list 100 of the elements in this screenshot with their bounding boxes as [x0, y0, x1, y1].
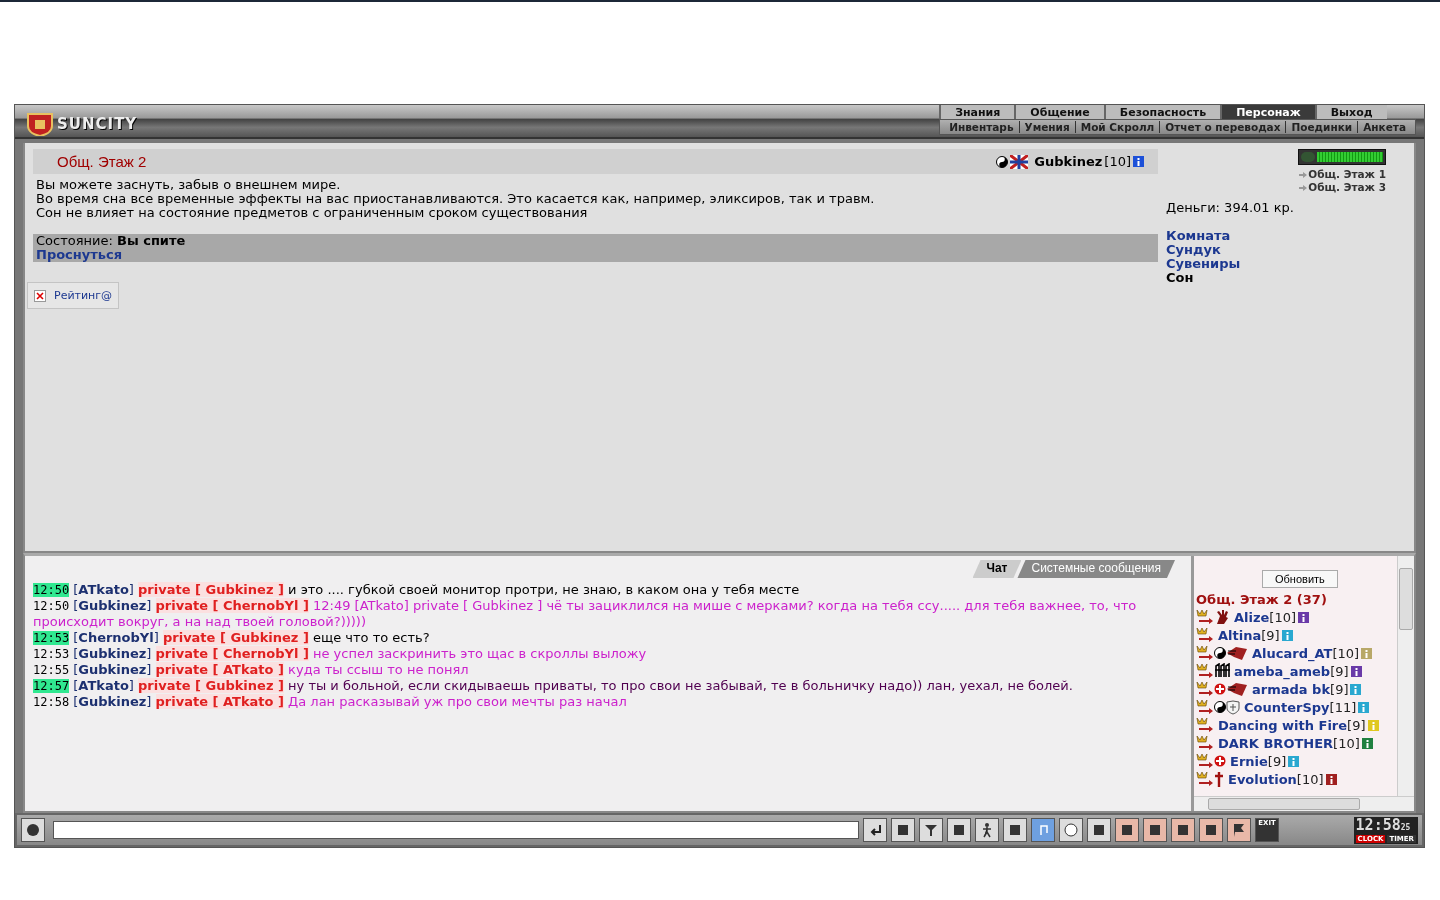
nav-link[interactable]: Инвентарь — [944, 121, 1019, 133]
description-text: Сон не влияет на состояние предметов с ограниченным сроком существования — [36, 206, 589, 220]
exit-link[interactable]: Общ. Этаж 3 — [1299, 181, 1386, 194]
smiley-button[interactable] — [1059, 818, 1083, 842]
user-name[interactable]: Alucard_AT — [1252, 645, 1333, 661]
user-name[interactable]: Altina — [1218, 627, 1262, 643]
private-arrow-icon[interactable] — [1196, 699, 1214, 715]
private-arrow-icon[interactable] — [1196, 753, 1214, 769]
sender-name[interactable]: [ChernobYl] — [73, 630, 159, 645]
private-arrow-icon[interactable] — [1196, 735, 1214, 751]
private-recipient[interactable]: private [ Gubkinez ] — [162, 630, 309, 645]
description-text: Вы можете заснуть, забыв о внешнем мире. — [36, 178, 342, 192]
room-heading: Общ. Этаж 2 (37) — [1196, 592, 1328, 608]
private-recipient[interactable]: private [ ChernobYl ] — [155, 646, 309, 661]
user-name[interactable]: Evolution — [1228, 771, 1297, 787]
sender-name[interactable]: [ATkato] — [73, 582, 134, 597]
nav-link[interactable]: Поединки — [1285, 121, 1358, 133]
emblem-icon — [1214, 663, 1230, 679]
private-arrow-icon[interactable] — [1196, 627, 1214, 643]
info-icon[interactable] — [1350, 665, 1362, 677]
message-text: еще что то есть? — [313, 630, 430, 645]
hand-icon — [1214, 609, 1230, 625]
info-icon[interactable] — [1298, 611, 1310, 623]
user-level: [11] — [1329, 699, 1357, 715]
private-recipient[interactable]: private [ ChernobYl ] — [155, 598, 309, 613]
chat-input[interactable] — [53, 821, 859, 839]
user-name[interactable]: Dancing with Fire — [1218, 717, 1348, 733]
filter-icon — [923, 822, 939, 838]
crest-icon — [25, 112, 55, 136]
user-name[interactable]: ameba_ameb — [1234, 663, 1331, 679]
message-text: ну ты и больной, если скидываешь приваты, то про свои не забывай, те в больничку надо)) лан, уехал, не болей. — [288, 678, 1073, 693]
nav-tab[interactable]: Персонаж — [1220, 105, 1315, 119]
message-text: и это .... губкой своей монитор протри, не знаю, в каком она у тебя месте — [288, 582, 800, 597]
private-recipient[interactable]: private [ ATkato ] — [155, 694, 284, 709]
flag-button[interactable] — [1227, 818, 1251, 842]
figure-button[interactable] — [975, 818, 999, 842]
sender-name[interactable]: [Gubkinez] — [73, 662, 152, 677]
clock-time: 12:58 — [1355, 817, 1401, 832]
money-text: Деньги: 394.01 кр. — [1166, 200, 1295, 215]
user-name[interactable]: DARK BROTHER — [1218, 735, 1334, 751]
info-icon[interactable] — [1325, 773, 1337, 785]
message-time: 12:55 — [33, 663, 70, 677]
player-name[interactable]: Gubkinez — [1034, 154, 1103, 169]
sender-name[interactable]: [Gubkinez] — [73, 598, 152, 613]
user-name[interactable]: Alize — [1234, 609, 1270, 625]
nav-link[interactable]: Мой Скролл — [1074, 121, 1160, 133]
smiley-icon — [1063, 822, 1079, 838]
yin-yang-icon — [996, 155, 1009, 168]
user-level: [9] — [1267, 753, 1287, 769]
private-arrow-icon[interactable] — [1196, 771, 1214, 787]
private-arrow-icon[interactable] — [1196, 717, 1214, 733]
private-arrow-icon[interactable] — [1196, 609, 1214, 625]
private-arrow-icon[interactable] — [1196, 645, 1214, 661]
horizontal-scrollbar[interactable] — [1194, 796, 1414, 811]
user-level: [10] — [1333, 735, 1360, 751]
shield-icon — [1226, 699, 1240, 715]
filter-button[interactable] — [919, 818, 943, 842]
private-arrow-icon[interactable] — [1196, 663, 1214, 679]
description-text: Во время сна все временные эффекты на вас приостанавливаются. Это касается как, например, эликсиров, так и травм. — [36, 192, 876, 206]
nav-tab[interactable]: Выход — [1314, 105, 1387, 119]
nav-link[interactable]: Анкета — [1357, 121, 1411, 133]
message-text: Да лан расказывай уж про свои мечты раз начал — [288, 694, 627, 709]
user-level: [9] — [1261, 627, 1280, 643]
sender-name[interactable]: [Gubkinez] — [73, 646, 152, 661]
vertical-scrollbar[interactable] — [1397, 556, 1414, 796]
menu-link[interactable]: Сувениры — [1166, 257, 1406, 271]
chat-tab[interactable]: Системные сообщения — [1017, 560, 1175, 578]
private-recipient[interactable]: private [ Gubkinez ] — [138, 582, 284, 597]
nav-link[interactable]: Умения — [1018, 121, 1075, 133]
private-recipient[interactable]: private [ ATkato ] — [155, 662, 284, 677]
sender-name[interactable]: [Gubkinez] — [73, 694, 152, 709]
message-time: 12:50 — [33, 599, 70, 613]
wake-up-link[interactable]: Проснуться — [36, 248, 1155, 262]
chat-tab[interactable]: Чат — [972, 560, 1022, 578]
message-time: 12:57 — [33, 679, 70, 693]
rating-link[interactable]: Рейтинг@ — [27, 282, 120, 309]
user-level: [10] — [1269, 609, 1297, 625]
user-name[interactable]: armada bk — [1252, 681, 1331, 697]
nav-link[interactable]: Отчет о переводах — [1159, 121, 1286, 133]
private-arrow-icon[interactable] — [1196, 681, 1214, 697]
sender-name[interactable]: [ATkato] — [73, 678, 134, 693]
status-text: Состояние: Вы спите — [36, 234, 187, 248]
user-name[interactable]: CounterSpy — [1244, 699, 1330, 715]
message-time: 12:58 — [33, 695, 70, 709]
menu-link[interactable]: Сон — [1166, 271, 1406, 285]
send-button[interactable] — [863, 818, 887, 842]
info-icon[interactable] — [1133, 156, 1144, 167]
nav-tab[interactable]: Знания — [939, 105, 1015, 119]
info-icon[interactable] — [1361, 737, 1373, 749]
nav-tab[interactable]: Общение — [1014, 105, 1104, 119]
private-recipient[interactable]: private [ Gubkinez ] — [138, 678, 284, 693]
exit-link[interactable]: Общ. Этаж 1 — [1299, 168, 1386, 181]
emblem-icon — [1226, 645, 1248, 661]
refresh-button[interactable]: Обновить — [1262, 570, 1338, 588]
emblem-icon — [1226, 681, 1248, 697]
user-name[interactable]: Ernie — [1230, 753, 1268, 769]
nav-tab[interactable]: Безопасность — [1103, 105, 1221, 119]
menu-link[interactable]: Комната — [1166, 229, 1406, 243]
player-level: [10] — [1104, 154, 1131, 169]
menu-link[interactable]: Сундук — [1166, 243, 1406, 257]
